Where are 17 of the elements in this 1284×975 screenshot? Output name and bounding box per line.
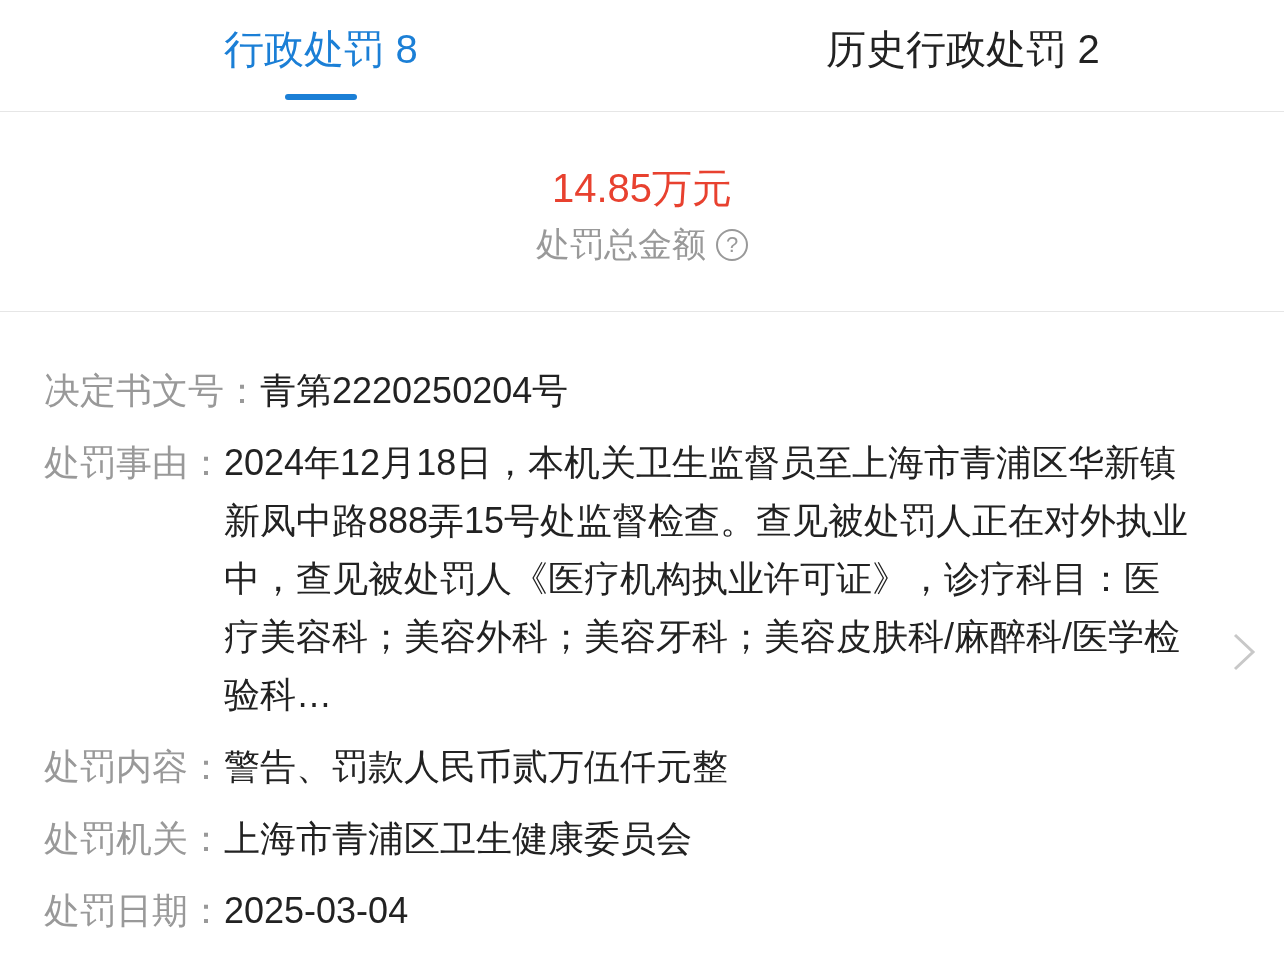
field-label: 决定书文号： xyxy=(44,369,260,413)
tab[interactable]: 历史行政处罚 2 xyxy=(642,0,1284,111)
help-icon[interactable]: ? xyxy=(716,229,748,261)
field-value: 上海市青浦区卫生健康委员会 xyxy=(224,817,693,861)
amount-label: 处罚总金额 xyxy=(536,224,706,265)
tab[interactable]: 行政处罚 8 xyxy=(0,0,642,111)
field-label: 处罚内容： xyxy=(44,745,224,789)
field-value: 2024年12月18日，本机关卫生监督员至上海市青浦区华新镇新凤中路888弄15号处监督检查。查见被处罚人正在对外执业中，查见被处罚人《医疗机构执业许可证》，诊疗科目：医疗美容科；美容外科；美容牙科；美容皮肤科/麻醉科/医学检验科… xyxy=(224,441,1190,717)
field-label: 处罚机关： xyxy=(44,817,224,861)
field-label: 处罚日期： xyxy=(44,889,224,933)
tab-indicator xyxy=(285,94,357,100)
penalty-amount: 14.85万元 xyxy=(551,165,733,212)
field-value: 警告、罚款人民币贰万伍仟元整 xyxy=(224,745,729,789)
field-value: 2025-03-04 xyxy=(224,889,410,933)
field-value: 青第2220250204号 xyxy=(260,369,570,413)
chevron-right-icon[interactable] xyxy=(1232,632,1256,672)
field-label: 处罚事由： xyxy=(44,441,224,485)
